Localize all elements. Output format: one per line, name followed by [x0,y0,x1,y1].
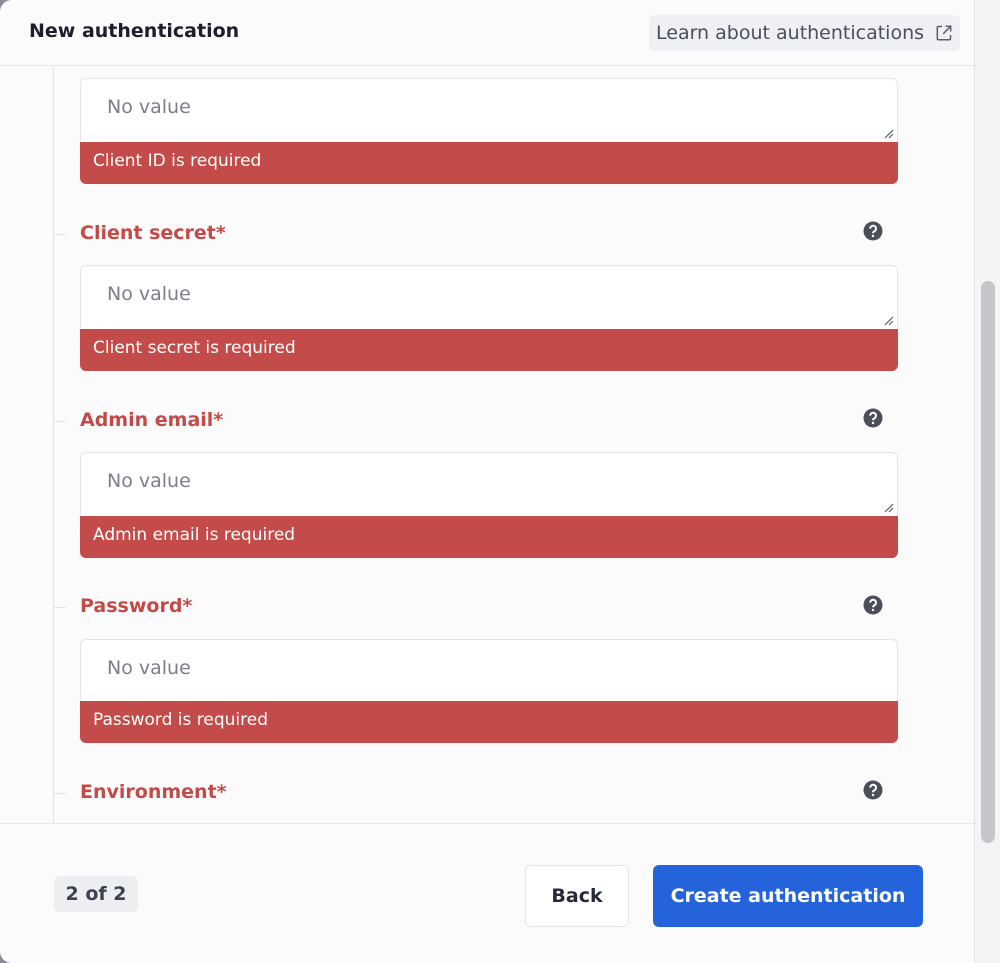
back-button[interactable]: Back [525,865,629,927]
admin-email-label: Admin email* [80,409,224,431]
dialog-title: New authentication [29,20,240,42]
password-label: Password* [80,595,193,617]
admin-email-input[interactable]: No value [80,452,898,516]
tree-tick [54,234,66,235]
create-authentication-button[interactable]: Create authentication [653,865,923,927]
resize-grip-icon[interactable] [883,315,894,326]
external-link-icon [936,25,952,41]
client-id-error: Client ID is required [80,142,898,184]
help-icon[interactable] [863,595,883,615]
client-secret-error: Client secret is required [80,329,898,371]
tree-line [53,67,54,823]
learn-link-label: Learn about authentications [656,22,925,44]
dialog-header: New authentication Learn about authentic… [0,0,974,66]
step-indicator: 2 of 2 [54,876,138,912]
client-id-placeholder: No value [107,96,191,118]
password-placeholder: No value [107,657,191,679]
resize-grip-icon[interactable] [883,502,894,513]
scrollbar-thumb[interactable] [981,281,995,843]
client-id-input[interactable]: No value [80,78,898,142]
tree-tick [54,421,66,422]
help-icon[interactable] [863,780,883,800]
client-secret-label: Client secret* [80,222,226,244]
form-content[interactable]: No value Client ID is required Client se… [0,67,974,823]
client-secret-input[interactable]: No value [80,265,898,329]
resize-grip-icon[interactable] [883,128,894,139]
admin-email-error: Admin email is required [80,516,898,558]
help-icon[interactable] [863,408,883,428]
new-authentication-dialog: New authentication Learn about authentic… [0,0,974,963]
environment-label: Environment* [80,781,227,803]
learn-about-authentications-link[interactable]: Learn about authentications [649,15,960,51]
password-error: Password is required [80,701,898,743]
client-secret-placeholder: No value [107,283,191,305]
admin-email-placeholder: No value [107,470,191,492]
help-icon[interactable] [863,221,883,241]
dialog-footer: 2 of 2 Back Create authentication [0,823,974,963]
tree-tick [54,793,66,794]
password-input[interactable]: No value [80,639,898,703]
tree-tick [54,607,66,608]
